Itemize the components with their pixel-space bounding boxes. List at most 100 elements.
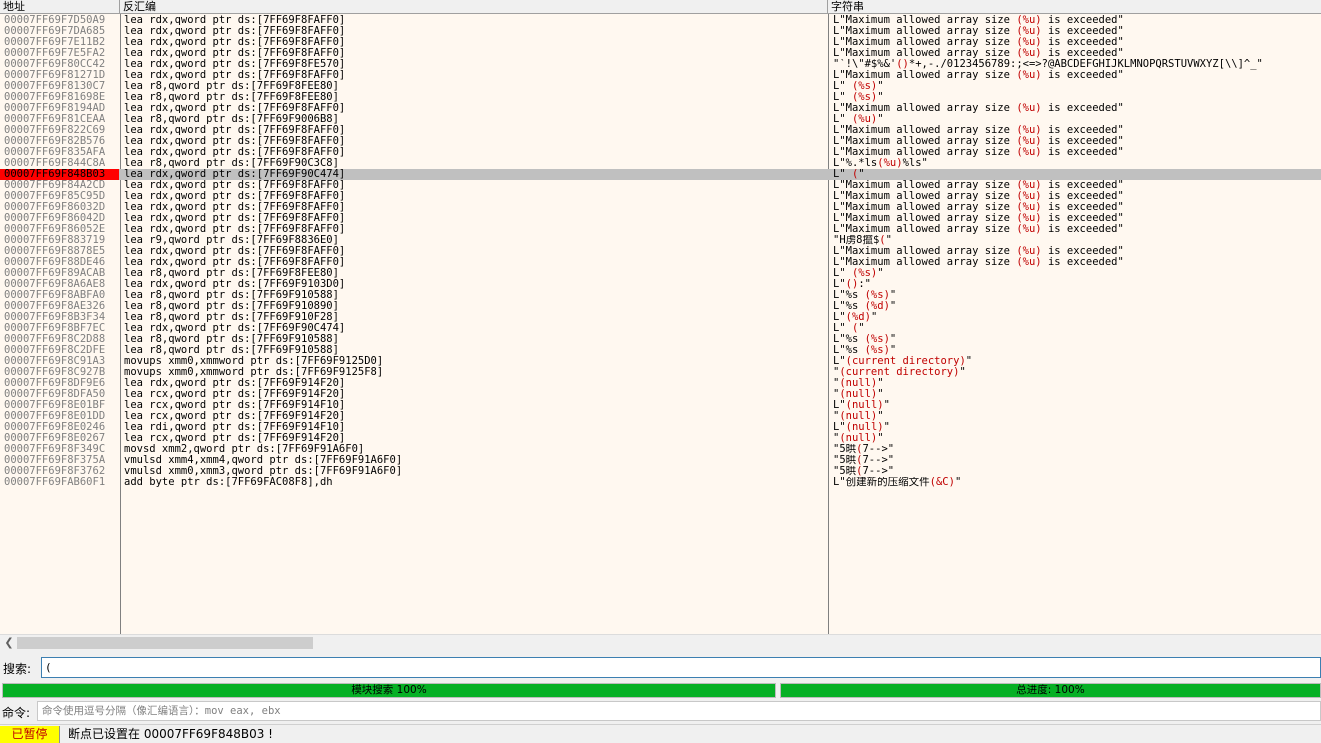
string-text: L" (833, 279, 846, 290)
row-address: 00007FF69F85C95D (4, 191, 106, 202)
table-row[interactable]: 00007FF69F88DE46 lea rdx,qword ptr ds:[7F… (0, 257, 1321, 268)
row-string: L"Maximum allowed array size (%u) is exc… (833, 48, 1321, 59)
table-row[interactable]: 00007FF69F8194AD lea rdx,qword ptr ds:[7F… (0, 103, 1321, 114)
table-row[interactable]: 00007FF69F8DF9E6 lea rdx,qword ptr ds:[7F… (0, 378, 1321, 389)
string-highlight: (%u) (1016, 213, 1042, 224)
row-address: 00007FF69F8E0246 (4, 422, 106, 433)
table-row[interactable]: 00007FF69F8E0267 lea rcx,qword ptr ds:[7F… (0, 433, 1321, 444)
string-text: L"%s (833, 345, 865, 356)
table-row[interactable]: 00007FF69F7E5FA2 lea rdx,qword ptr ds:[7F… (0, 48, 1321, 59)
row-string: L"%s (%d)" (833, 301, 1321, 312)
column-header-string[interactable]: 字符串 (828, 0, 1321, 14)
table-row[interactable]: 00007FF69F7E11B2 lea rdx,qword ptr ds:[7F… (0, 37, 1321, 48)
table-row[interactable]: 00007FF69F8C91A3 movups xmm0,xmmword ptr … (0, 356, 1321, 367)
row-disassembly: lea r8,qword ptr ds:[7FF69F910588] (124, 345, 339, 356)
column-header-disassembly[interactable]: 反汇编 (120, 0, 828, 14)
string-highlight: (current directory) (839, 367, 960, 378)
row-address: 00007FF69F7DA685 (4, 26, 106, 37)
row-disassembly: lea rdx,qword ptr ds:[7FF69F8FAFF0] (124, 191, 346, 202)
string-text: "5晎 (833, 444, 857, 455)
string-highlight: (%d) (864, 301, 890, 312)
table-row[interactable]: 00007FF69F8B3F34 lea r8,qword ptr ds:[7FF… (0, 312, 1321, 323)
string-text: " (877, 81, 884, 92)
string-text: L"%s (833, 290, 865, 301)
row-address: 00007FF69F7D50A9 (4, 15, 106, 26)
table-row[interactable]: 00007FF69F86042D lea rdx,qword ptr ds:[7F… (0, 213, 1321, 224)
table-row[interactable]: 00007FF69F8C927B movups xmm0,xmmword ptr … (0, 367, 1321, 378)
table-row[interactable]: 00007FF69F8E01DD lea rcx,qword ptr ds:[7F… (0, 411, 1321, 422)
row-address: 00007FF69F8C927B (4, 367, 106, 378)
row-address: 00007FF69F8A6AE8 (4, 279, 106, 290)
table-row[interactable]: 00007FF69F85C95D lea rdx,qword ptr ds:[7F… (0, 191, 1321, 202)
table-row[interactable]: 00007FF69F883719 lea r9,qword ptr ds:[7FF… (0, 235, 1321, 246)
row-string: L" (" (833, 323, 1321, 334)
table-row[interactable]: 00007FF69F80CC42 lea rdx,qword ptr ds:[7F… (0, 59, 1321, 70)
search-input[interactable] (41, 657, 1321, 678)
table-row[interactable]: 00007FF69F8E0246 lea rdi,qword ptr ds:[7F… (0, 422, 1321, 433)
scrollbar-thumb[interactable] (17, 637, 313, 649)
command-input[interactable] (37, 701, 1321, 721)
string-text: " (877, 268, 884, 279)
row-disassembly: lea rdi,qword ptr ds:[7FF69F914F10] (124, 422, 346, 433)
table-row[interactable]: 00007FF69F8F3762 vmulsd xmm0,xmm3,qword p… (0, 466, 1321, 477)
string-text: L"Maximum allowed array size (833, 224, 1017, 235)
string-highlight: (%s) (851, 92, 878, 103)
table-row[interactable]: 00007FF69F7D50A9 lea rdx,qword ptr ds:[7F… (0, 15, 1321, 26)
table-row[interactable]: 00007FF69F8130C7 lea r8,qword ptr ds:[7FF… (0, 81, 1321, 92)
row-address: 00007FF69F8DF9E6 (4, 378, 106, 389)
string-text: is exceeded" (1041, 70, 1124, 81)
row-disassembly: lea r8,qword ptr ds:[7FF69F9006B8] (124, 114, 339, 125)
table-row[interactable]: 00007FF69F835AFA lea rdx,qword ptr ds:[7F… (0, 147, 1321, 158)
row-address: 00007FF69F82B576 (4, 136, 106, 147)
string-text: is exceeded" (1041, 26, 1124, 37)
string-highlight: () (896, 59, 909, 70)
row-disassembly: lea rdx,qword ptr ds:[7FF69F8FAFF0] (124, 202, 346, 213)
table-row[interactable]: 00007FF69F84A2CD lea rdx,qword ptr ds:[7F… (0, 180, 1321, 191)
table-row[interactable]: 00007FF69F8E01BF lea rcx,qword ptr ds:[7F… (0, 400, 1321, 411)
table-row[interactable]: 00007FF69F8BF7EC lea rdx,qword ptr ds:[7F… (0, 323, 1321, 334)
table-row[interactable]: 00007FF69F8C2DFE lea r8,qword ptr ds:[7FF… (0, 345, 1321, 356)
row-string: L"(null)" (833, 422, 1321, 433)
row-disassembly: lea rcx,qword ptr ds:[7FF69F914F20] (124, 411, 346, 422)
table-row-selected[interactable]: 00007FF69F848B03 lea rdx,qword ptr ds:[7F… (0, 169, 1321, 180)
horizontal-scrollbar[interactable]: ❮ (0, 634, 1321, 650)
row-string: "5晎(7-->" (833, 466, 1321, 477)
table-row[interactable]: 00007FF69F81698E lea r8,qword ptr ds:[7FF… (0, 92, 1321, 103)
column-header-address[interactable]: 地址 (0, 0, 120, 14)
string-text: " (889, 301, 897, 312)
table-row[interactable]: 00007FF69F8F349C movsd xmm2,qword ptr ds:… (0, 444, 1321, 455)
table-row[interactable]: 00007FF69F8DFA50 lea rcx,qword ptr ds:[7F… (0, 389, 1321, 400)
string-text: is exceeded" (1041, 180, 1124, 191)
row-disassembly: lea r8,qword ptr ds:[7FF69F90C3C8] (124, 158, 339, 169)
table-row[interactable]: 00007FF69F8A6AE8 lea rdx,qword ptr ds:[7F… (0, 279, 1321, 290)
table-row[interactable]: 00007FF69F8878E5 lea rdx,qword ptr ds:[7F… (0, 246, 1321, 257)
row-string: "(current directory)" (833, 367, 1321, 378)
row-string: L"():" (833, 279, 1321, 290)
table-row[interactable]: 00007FF69F86032D lea rdx,qword ptr ds:[7F… (0, 202, 1321, 213)
string-text: L"Maximum allowed array size (833, 103, 1017, 114)
string-text: L"Maximum allowed array size (833, 125, 1017, 136)
table-row[interactable]: 00007FF69F86052E lea rdx,qword ptr ds:[7F… (0, 224, 1321, 235)
string-text: L"%.*ls (833, 158, 878, 169)
table-row[interactable]: 00007FF69F7DA685 lea rdx,qword ptr ds:[7F… (0, 26, 1321, 37)
table-row[interactable]: 00007FF69FAB60F1 add byte ptr ds:[7FF69FA… (0, 477, 1321, 488)
table-row[interactable]: 00007FF69F8AE326 lea r8,qword ptr ds:[7FF… (0, 301, 1321, 312)
table-row[interactable]: 00007FF69F82B576 lea rdx,qword ptr ds:[7F… (0, 136, 1321, 147)
table-row[interactable]: 00007FF69F8F375A vmulsd xmm4,xmm4,qword p… (0, 455, 1321, 466)
table-row[interactable]: 00007FF69F8ABFA0 lea r8,qword ptr ds:[7FF… (0, 290, 1321, 301)
row-address: 00007FF69F835AFA (4, 147, 106, 158)
table-row[interactable]: 00007FF69F844C8A lea r8,qword ptr ds:[7FF… (0, 158, 1321, 169)
string-text: is exceeded" (1041, 147, 1124, 158)
table-row[interactable]: 00007FF69F89ACAB lea r8,qword ptr ds:[7FF… (0, 268, 1321, 279)
table-row[interactable]: 00007FF69F822C69 lea rdx,qword ptr ds:[7F… (0, 125, 1321, 136)
row-address: 00007FF69F86042D (4, 213, 106, 224)
row-disassembly: vmulsd xmm0,xmm3,qword ptr ds:[7FF69F91A… (124, 466, 403, 477)
string-text: L" (833, 323, 852, 334)
results-table[interactable]: 地址 反汇编 字符串 00007FF69F7D50A9 lea rdx,qword… (0, 0, 1321, 634)
table-row[interactable]: 00007FF69F81271D lea rdx,qword ptr ds:[7F… (0, 70, 1321, 81)
string-text: L"Maximum allowed array size (833, 70, 1017, 81)
table-row[interactable]: 00007FF69F8C2D88 lea r8,qword ptr ds:[7FF… (0, 334, 1321, 345)
chevron-left-icon[interactable]: ❮ (2, 636, 16, 650)
string-highlight: (%u) (1016, 37, 1042, 48)
table-row[interactable]: 00007FF69F81CEAA lea r8,qword ptr ds:[7FF… (0, 114, 1321, 125)
